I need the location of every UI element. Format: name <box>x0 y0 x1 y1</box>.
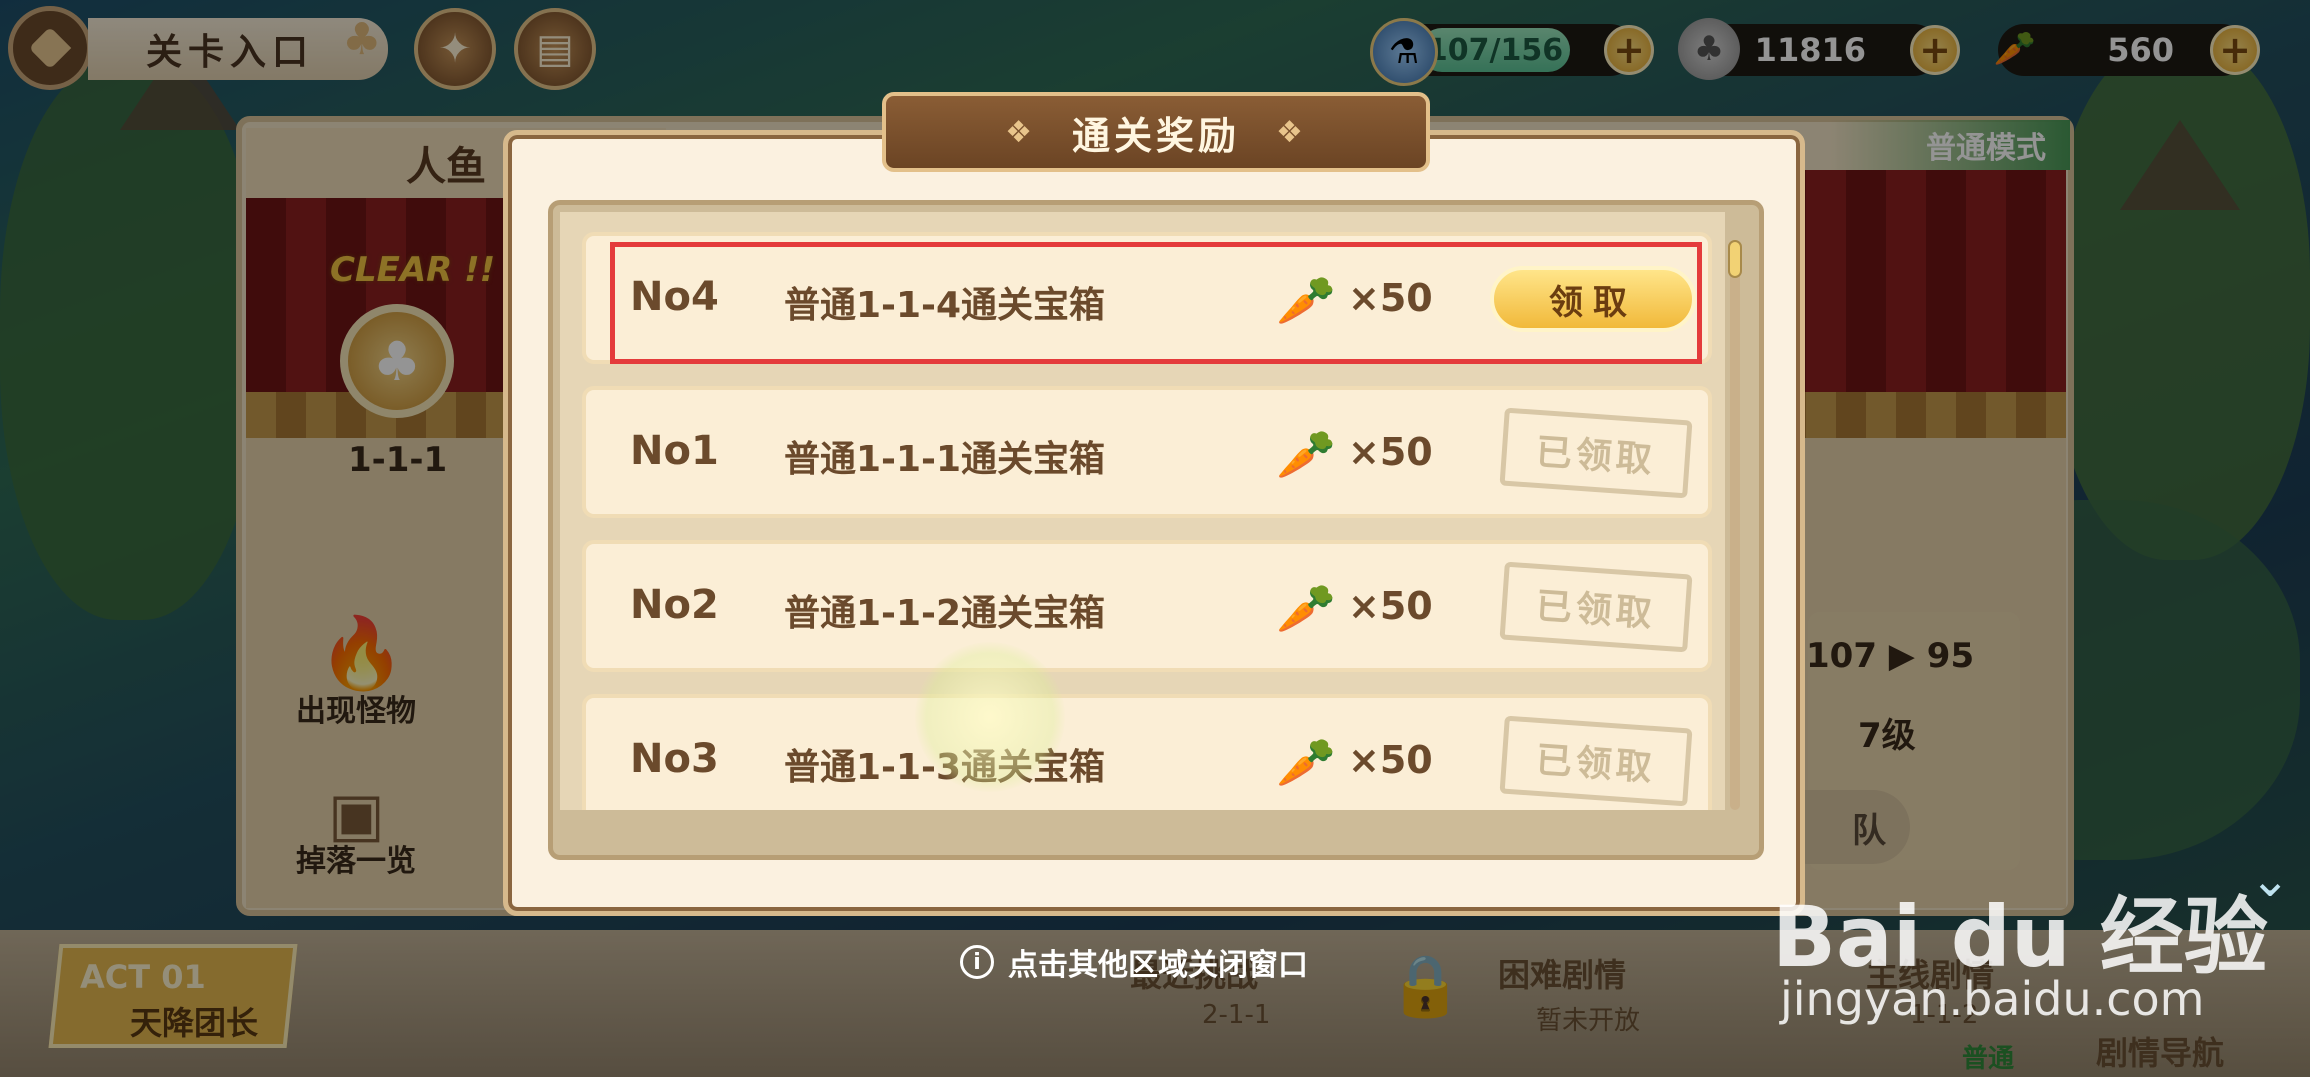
ornament-icon: ❖ <box>1005 114 1036 150</box>
reward-name: 普通1-1-2通关宝箱 <box>784 593 1106 634</box>
close-hint: i 点击其他区域关闭窗口 <box>960 940 1308 984</box>
carrot-icon: 🥕 <box>1276 427 1336 483</box>
reward-number: No3 <box>630 736 719 782</box>
reward-name: 普通1-1-1通关宝箱 <box>784 439 1106 480</box>
carrot-icon: 🥕 <box>1276 735 1336 791</box>
modal-title-banner: ❖ 通关奖励 ❖ <box>882 92 1430 172</box>
scrollbar-thumb[interactable] <box>1728 240 1742 278</box>
reward-row: No1 普通1-1-1通关宝箱 🥕 ×50 已领取 <box>582 386 1712 518</box>
info-icon: i <box>960 945 994 979</box>
modal-title: 通关奖励 <box>1071 113 1240 158</box>
reward-quantity: ×50 <box>1348 430 1433 474</box>
chevron-down-icon[interactable]: ⌄ <box>2250 852 2290 908</box>
touch-glow <box>915 642 1065 792</box>
claimed-stamp: 已领取 <box>1499 407 1693 499</box>
reward-row: No2 普通1-1-2通关宝箱 🥕 ×50 已领取 <box>582 540 1712 672</box>
claimed-stamp: 已领取 <box>1499 561 1693 653</box>
reward-quantity: ×50 <box>1348 584 1433 628</box>
carrot-icon: 🥕 <box>1276 581 1336 637</box>
close-hint-text: 点击其他区域关闭窗口 <box>1008 948 1308 983</box>
reward-number: No2 <box>630 582 719 628</box>
watermark-url: jingyan.baidu.com <box>1780 972 2205 1026</box>
scrollbar-track[interactable] <box>1730 240 1740 810</box>
highlight-box <box>610 242 1702 364</box>
reward-row: No3 普通1-1-3通关宝箱 🥕 ×50 已领取 <box>582 694 1712 810</box>
reward-quantity: ×50 <box>1348 738 1433 782</box>
reward-number: No1 <box>630 428 719 474</box>
claimed-stamp: 已领取 <box>1499 715 1693 807</box>
ornament-icon: ❖ <box>1276 114 1307 150</box>
